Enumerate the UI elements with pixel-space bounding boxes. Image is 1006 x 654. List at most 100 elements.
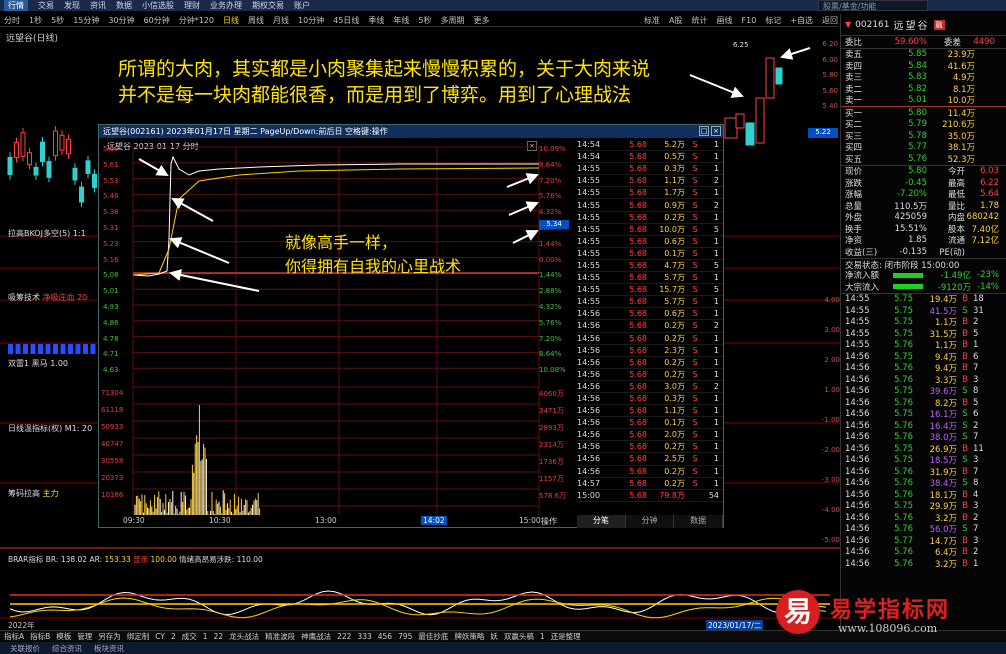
template-tab-1[interactable]: 指标B [30, 631, 50, 642]
period-item-3[interactable]: 15分钟 [73, 15, 99, 26]
search-input[interactable]: 股票/基金/功能 [818, 0, 928, 11]
period-item-2[interactable]: 5秒 [51, 15, 64, 26]
period-item-8[interactable]: 周线 [248, 15, 264, 26]
quote-label-2: 内盘 [927, 211, 965, 223]
template-tab-2[interactable]: 模板 [56, 631, 71, 642]
period-item-6[interactable]: 分钟*120 [179, 15, 214, 26]
template-tab-7[interactable]: 2 [171, 632, 176, 641]
status-item-1[interactable]: 综合资讯 [52, 643, 82, 654]
tool-item-0[interactable]: 标准 [644, 15, 660, 26]
period-item-12[interactable]: 季线 [368, 15, 384, 26]
trade-volume: 3.2万 [913, 512, 957, 524]
tool-item-5[interactable]: 标记 [765, 15, 781, 26]
candle [736, 114, 744, 128]
template-tab-21[interactable]: 双赢头稿 [504, 631, 534, 642]
menu-item-8[interactable]: 期权交易 [252, 0, 284, 11]
period-item-10[interactable]: 10分钟 [298, 15, 324, 26]
template-tab-23[interactable]: 还是整理 [551, 631, 581, 642]
period-item-4[interactable]: 30分钟 [108, 15, 134, 26]
menu-item-6[interactable]: 理财 [184, 0, 200, 11]
intraday-popup[interactable]: 远望谷(002161) 2023年01月17日 星期二 PageUp/Down:… [98, 124, 724, 528]
candle [86, 161, 90, 174]
trade-count: 6 [973, 409, 991, 419]
trade-list[interactable]: 14:55 5.75 19.4万 B 18 14:55 5.75 41.5万 S 31 14:55 5… [841, 293, 1006, 570]
period-item-9[interactable]: 月线 [273, 15, 289, 26]
trade-count: 3 [973, 501, 991, 511]
trade-volume: 41.5万 [913, 305, 957, 317]
tool-item-3[interactable]: 画线 [717, 15, 733, 26]
period-item-11[interactable]: 45日线 [333, 15, 359, 26]
template-tab-17[interactable]: 795 [398, 632, 412, 641]
tick-cell: 4.7万 [647, 260, 685, 271]
period-item-15[interactable]: 多周期 [441, 15, 465, 26]
popup-tab-1[interactable]: 分钟 [626, 515, 675, 528]
template-tab-19[interactable]: 牌妖策略 [454, 631, 484, 642]
popup-operate-button[interactable]: 操作 [541, 516, 557, 527]
tick-cell: 14:56 [577, 454, 611, 463]
menu-item-7[interactable]: 业务办理 [210, 0, 242, 11]
template-tab-22[interactable]: 1 [540, 632, 545, 641]
template-tab-6[interactable]: CY [155, 632, 165, 641]
popup-pct-tick: 5.76% [539, 192, 573, 208]
template-tab-0[interactable]: 指标A [4, 631, 24, 642]
tick-row: 14:55 5.68 0.2万 S 1 [577, 212, 723, 224]
period-item-16[interactable]: 更多 [474, 15, 490, 26]
trade-row: 14:55 5.75 19.4万 B 18 [845, 294, 1006, 306]
template-tab-10[interactable]: 22 [214, 632, 224, 641]
tool-item-2[interactable]: 统计 [692, 15, 708, 26]
template-tab-9[interactable]: 1 [203, 632, 208, 641]
trade-row: 14:56 5.75 16.1万 S 6 [845, 409, 1006, 421]
popup-close-icon[interactable]: × [711, 126, 721, 136]
period-item-14[interactable]: 5秒 [418, 15, 431, 26]
template-tab-13[interactable]: 神鹰战法 [301, 631, 331, 642]
template-tab-18[interactable]: 最佳抄底 [418, 631, 448, 642]
tick-cell: 1 [705, 454, 719, 463]
template-tab-4[interactable]: 另存为 [98, 631, 121, 642]
menu-item-5[interactable]: 小信选股 [142, 0, 174, 11]
template-tab-15[interactable]: 333 [357, 632, 371, 641]
template-tab-8[interactable]: 成交 [182, 631, 197, 642]
intraday-chart[interactable] [99, 139, 575, 529]
tick-row: 14:55 5.68 0.9万 S 2 [577, 199, 723, 211]
popup-tab-0[interactable]: 分笔 [577, 515, 626, 528]
tool-item-7[interactable]: 返回 [822, 15, 838, 26]
tool-item-1[interactable]: A股 [669, 15, 682, 26]
menu-item-3[interactable]: 资讯 [90, 0, 106, 11]
period-item-0[interactable]: 分时 [4, 15, 20, 26]
menu-item-4[interactable]: 数据 [116, 0, 132, 11]
template-tab-3[interactable]: 管理 [77, 631, 92, 642]
template-tab-11[interactable]: 龙头战法 [229, 631, 259, 642]
trade-time: 14:56 [845, 501, 883, 511]
sells-volume: 8.1万 [927, 83, 975, 95]
tick-cell: 14:55 [577, 164, 611, 173]
lower-tick: 4.00 [812, 296, 840, 326]
popup-tab-2[interactable]: 数据 [674, 515, 723, 528]
trade-row: 14:56 5.75 18.5万 S 3 [845, 455, 1006, 467]
menu-item-9[interactable]: 账户 [294, 0, 310, 11]
tool-item-6[interactable]: +自选 [790, 15, 813, 26]
period-item-13[interactable]: 年线 [393, 15, 409, 26]
tool-item-4[interactable]: F10 [742, 16, 757, 25]
template-tab-20[interactable]: 妖 [490, 631, 498, 642]
period-item-1[interactable]: 1秒 [29, 15, 42, 26]
template-tab-16[interactable]: 456 [378, 632, 392, 641]
menu-item-0[interactable]: 行情 [4, 0, 28, 11]
menu-item-1[interactable]: 交易 [38, 0, 54, 11]
tick-cell: 5.68 [611, 249, 647, 258]
tick-cell: 1.1万 [647, 175, 685, 186]
template-tab-14[interactable]: 222 [337, 632, 351, 641]
buys-price: 5.77 [889, 142, 927, 152]
quote-row: 现价 5.80 今开 6.03 [845, 166, 1006, 178]
template-tab-5[interactable]: 绑定制 [127, 631, 150, 642]
tick-row: 14:55 5.68 15.7万 S 5 [577, 284, 723, 296]
tick-row: 14:56 5.68 0.2万 S 1 [577, 333, 723, 345]
trade-count: 7 [973, 467, 991, 477]
status-item-0[interactable]: 关联报价 [10, 643, 40, 654]
tick-table[interactable]: 14:54 5.68 5.2万 S 1 14:54 5.68 0.5万 S 1 14:55 5.68 0… [577, 139, 723, 513]
popup-maximize-icon[interactable]: □ [699, 126, 709, 136]
menu-item-2[interactable]: 发现 [64, 0, 80, 11]
period-item-5[interactable]: 60分钟 [144, 15, 170, 26]
status-item-2[interactable]: 板块资讯 [94, 643, 124, 654]
template-tab-12[interactable]: 精准波段 [265, 631, 295, 642]
period-item-7[interactable]: 日线 [223, 15, 239, 26]
